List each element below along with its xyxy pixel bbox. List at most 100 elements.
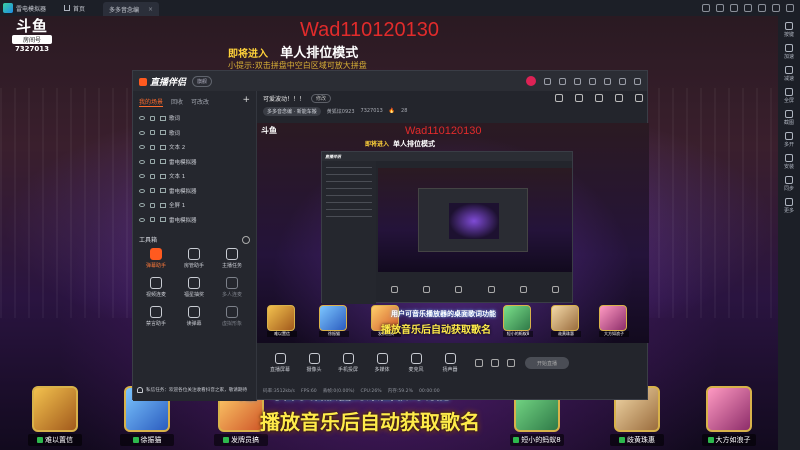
- tab-close-icon[interactable]: ×: [148, 6, 153, 13]
- screen-capture-button[interactable]: 直播屏幕: [263, 353, 297, 373]
- speaker-button[interactable]: 扬声器: [433, 353, 467, 373]
- source-type-icon: [160, 202, 166, 208]
- source-item[interactable]: 歌词: [139, 111, 250, 126]
- category-chip[interactable]: 多多音念编 · 新能车搬: [263, 106, 321, 116]
- store-icon[interactable]: [555, 94, 563, 102]
- tool-danmaku[interactable]: 弹幕助手: [137, 248, 175, 269]
- tool-tasks[interactable]: 主播任务: [213, 248, 251, 269]
- sidebar-item-install[interactable]: 安装: [784, 154, 794, 170]
- tab-active-app[interactable]: 多多音念编 ×: [103, 2, 160, 16]
- app-header: 直播伴侣 旗舰: [133, 71, 647, 91]
- slowdown-icon: [784, 66, 793, 74]
- share-icon[interactable]: [635, 94, 643, 102]
- screen-icon[interactable]: [559, 77, 566, 85]
- lock-icon[interactable]: [150, 115, 155, 121]
- record-icon[interactable]: [475, 359, 483, 367]
- eye-icon[interactable]: [139, 217, 145, 222]
- gear-icon[interactable]: [615, 94, 623, 102]
- maximize-icon[interactable]: [619, 77, 626, 85]
- collapse-icon[interactable]: [242, 235, 250, 244]
- hero-badge-icon: [132, 437, 139, 443]
- tool-multi-link[interactable]: 多人连麦: [213, 277, 251, 298]
- sidebar-item-multi[interactable]: 多开: [784, 132, 794, 148]
- tab-recycle[interactable]: 回收: [171, 97, 183, 107]
- lock-icon[interactable]: [575, 94, 583, 102]
- tab-home[interactable]: 首页: [58, 2, 91, 15]
- lock-icon[interactable]: [150, 159, 155, 165]
- sidebar-item-keys[interactable]: 按键: [784, 22, 794, 38]
- menu-icon[interactable]: [589, 77, 596, 85]
- close-icon[interactable]: [634, 77, 641, 85]
- lock-icon[interactable]: [150, 144, 155, 150]
- toolbox-title: 工具箱: [139, 237, 158, 244]
- hero-portrait: [32, 386, 78, 432]
- stream-preview[interactable]: 斗鱼 Wad110120130 即将进入 单人排位模式 直播伴侣 难以置信 徐振猫…: [257, 123, 649, 343]
- eye-icon[interactable]: [139, 159, 145, 164]
- source-item[interactable]: 雷电模拟器: [139, 213, 250, 228]
- tab-editable[interactable]: 可改改: [191, 97, 209, 107]
- eye-icon[interactable]: [139, 188, 145, 193]
- lock-icon[interactable]: [150, 130, 155, 136]
- message-icon[interactable]: [544, 77, 551, 85]
- phone-cast-button[interactable]: 手机投屏: [331, 353, 365, 373]
- notice-bar[interactable]: 私信任务：欢迎各位关注收看抖音之家，敬请期待: [137, 383, 257, 397]
- tool-lottery[interactable]: 福星抽奖: [175, 277, 213, 298]
- lock-icon[interactable]: [150, 202, 155, 208]
- image-icon[interactable]: [595, 94, 603, 102]
- source-item[interactable]: 雷电模拟器: [139, 184, 250, 199]
- sidebar-item-more[interactable]: 更多: [784, 198, 794, 214]
- source-type-icon: [160, 115, 166, 121]
- close-icon[interactable]: [786, 4, 794, 12]
- avatar[interactable]: [526, 76, 536, 86]
- source-item[interactable]: 雷电模拟器: [139, 155, 250, 170]
- tool-mute[interactable]: 禁言助手: [137, 306, 175, 327]
- gamepad-icon[interactable]: [702, 4, 710, 12]
- eye-icon[interactable]: [139, 203, 145, 208]
- sidebar-item-sync[interactable]: 同步: [784, 176, 794, 192]
- minimize-icon[interactable]: [758, 4, 766, 12]
- start-live-button[interactable]: 开始直播: [525, 357, 569, 369]
- tab-my-scenes[interactable]: 我的场景: [139, 97, 164, 107]
- minimize-icon[interactable]: [604, 77, 611, 85]
- source-item[interactable]: 全屏 1: [139, 198, 250, 213]
- maximize-icon[interactable]: [772, 4, 780, 12]
- tool-room-admin[interactable]: 房管助手: [175, 248, 213, 269]
- source-item[interactable]: 文本 1: [139, 169, 250, 184]
- add-scene-icon[interactable]: +: [242, 96, 250, 107]
- lock-icon[interactable]: [150, 217, 155, 223]
- mail-icon[interactable]: [730, 4, 738, 12]
- sidebar-item-slowdown[interactable]: 减速: [784, 66, 794, 82]
- nested-brand: 直播伴侣: [322, 152, 572, 161]
- tool-video-link[interactable]: 视频连麦: [137, 277, 175, 298]
- tool-read-danmaku[interactable]: 读弹幕: [175, 306, 213, 327]
- sidebar-item-speedup[interactable]: 加速: [784, 44, 794, 60]
- source-item[interactable]: 歌词: [139, 126, 250, 141]
- lock-icon[interactable]: [150, 173, 155, 179]
- source-item[interactable]: 文本 2: [139, 140, 250, 155]
- settings-gear-icon[interactable]: [507, 359, 515, 367]
- user-icon[interactable]: [716, 4, 724, 12]
- camera-button[interactable]: 摄像头: [297, 353, 331, 373]
- eye-icon[interactable]: [139, 130, 145, 135]
- sidebar-item-fullscreen[interactable]: 全屏: [784, 88, 794, 104]
- eye-icon[interactable]: [139, 116, 145, 121]
- hot-icon: 🔥: [388, 108, 396, 114]
- settings-icon[interactable]: [574, 77, 581, 85]
- status-cpu: CPU:26%: [360, 388, 382, 394]
- menu-icon[interactable]: [744, 4, 752, 12]
- tool-avatar[interactable]: 虚拟形象: [213, 306, 251, 327]
- version-badge[interactable]: 旗舰: [192, 75, 213, 87]
- lock-icon[interactable]: [150, 188, 155, 194]
- edit-title-button[interactable]: 修改: [311, 93, 332, 103]
- eye-icon[interactable]: [139, 145, 145, 150]
- media-button[interactable]: 多媒体: [365, 353, 399, 373]
- timer-icon[interactable]: [491, 359, 499, 367]
- microphone-button[interactable]: 麦克风: [399, 353, 433, 373]
- hero-badge-icon: [37, 437, 43, 443]
- sidebar-item-screenshot[interactable]: 截图: [784, 110, 794, 126]
- streaming-app-window: 直播伴侣 旗舰 我的场景 回收 可改改 + 歌词 歌词 文本 2 雷电模拟器 文…: [132, 70, 649, 401]
- eye-icon[interactable]: [139, 174, 145, 179]
- preview-hero: 徐振猫: [319, 305, 349, 339]
- source-type-icon: [160, 159, 166, 165]
- status-memory: 内存:59.2%: [387, 389, 413, 394]
